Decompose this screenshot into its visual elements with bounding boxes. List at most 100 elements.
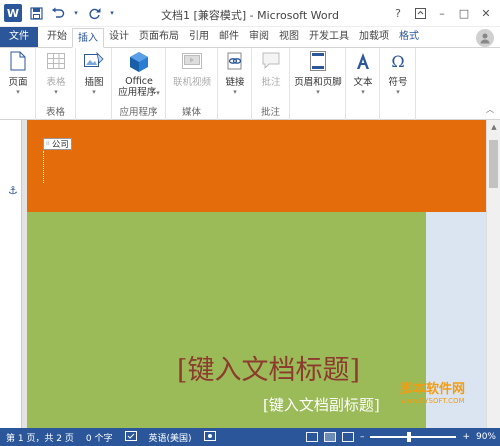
ribbon-group-pages: 页面 ▾ xyxy=(0,48,36,120)
group-label-tables: 表格 xyxy=(45,107,65,118)
tab-file[interactable]: 文件 xyxy=(0,27,38,47)
header-footer-button[interactable]: 页眉和页脚 ▾ xyxy=(293,50,343,96)
ribbon-group-illustrations: 插图 ▾ xyxy=(76,48,112,120)
table-button[interactable]: 表格 ▾ xyxy=(42,50,70,96)
zoom-out-button[interactable]: – xyxy=(360,432,365,442)
omega-icon: Ω xyxy=(391,51,405,71)
chevron-down-icon: ▾ xyxy=(316,88,320,96)
site-watermark: 脚本软件网 www.DYSOFT.COM xyxy=(400,378,465,405)
close-button[interactable]: ✕ xyxy=(476,3,496,23)
video-icon xyxy=(181,50,203,72)
office-apps-button[interactable]: Office 应用程序▾ xyxy=(116,50,162,98)
watermark-url: www.DYSOFT.COM xyxy=(400,397,465,405)
comment-button[interactable]: 批注 xyxy=(256,50,286,88)
company-field[interactable]: 公司 xyxy=(52,138,69,150)
page-icon xyxy=(7,50,29,72)
chevron-down-icon: ▾ xyxy=(396,88,400,96)
content-control-boundary xyxy=(43,151,44,183)
tab-page-layout[interactable]: 页面布局 xyxy=(134,27,184,47)
chevron-down-icon: ▾ xyxy=(54,88,58,96)
print-layout-icon[interactable] xyxy=(323,432,336,442)
web-layout-icon[interactable] xyxy=(341,432,354,442)
document-subtitle-placeholder[interactable]: [键入文档副标题] xyxy=(263,394,380,415)
ribbon-tab-bar: 文件 开始 插入 设计 页面布局 引用 邮件 审阅 视图 开发工具 加载项 格式 xyxy=(0,27,500,48)
table-label: 表格 xyxy=(46,77,66,88)
ribbon-group-links: 链接 ▾ xyxy=(218,48,252,120)
office-label-line2: 应用程序 xyxy=(118,87,157,98)
status-bar: 第 1 页，共 2 页 0 个字 英语(美国) – + 90% xyxy=(0,428,500,446)
ribbon-group-media: 联机视频 媒体 xyxy=(166,48,218,120)
zoom-slider-knob[interactable] xyxy=(406,432,411,442)
company-content-control[interactable]: ⁞⁞ 公司 xyxy=(43,138,72,150)
tab-view[interactable]: 视图 xyxy=(274,27,304,47)
tab-format[interactable]: 格式 xyxy=(394,27,424,47)
anchor-icon[interactable]: ⚓ xyxy=(8,184,18,197)
chevron-down-icon: ▾ xyxy=(16,88,20,96)
tab-insert[interactable]: 插入 xyxy=(72,28,104,48)
ribbon-group-header-footer: 页眉和页脚 ▾ xyxy=(290,48,346,120)
symbols-label: 符号 xyxy=(388,77,408,88)
group-label-comments: 批注 xyxy=(260,107,280,118)
tab-developer[interactable]: 开发工具 xyxy=(304,27,354,47)
links-button[interactable]: 链接 ▾ xyxy=(221,50,249,96)
proofing-icon[interactable] xyxy=(119,430,143,444)
link-icon xyxy=(224,50,246,72)
ribbon-display-options-icon[interactable] xyxy=(410,3,430,23)
pages-label: 页面 xyxy=(8,77,28,88)
collapse-ribbon-icon[interactable]: ︿ xyxy=(486,104,494,115)
read-mode-icon[interactable] xyxy=(305,432,318,442)
online-video-button[interactable]: 联机视频 xyxy=(170,50,214,88)
comment-label: 批注 xyxy=(261,77,281,88)
tab-references[interactable]: 引用 xyxy=(184,27,214,47)
help-button[interactable]: ? xyxy=(388,3,408,23)
vertical-scrollbar[interactable]: ▲ xyxy=(486,120,500,428)
page-count[interactable]: 第 1 页，共 2 页 xyxy=(0,431,80,444)
language-indicator[interactable]: 英语(美国) xyxy=(143,431,198,444)
grip-icon[interactable]: ⁞⁞ xyxy=(46,141,50,147)
tab-add-ins[interactable]: 加载项 xyxy=(354,27,394,47)
scrollbar-thumb[interactable] xyxy=(489,140,498,188)
restore-button[interactable]: □ xyxy=(454,3,474,23)
ribbon-group-comments: 批注 批注 xyxy=(252,48,290,120)
tab-mailings[interactable]: 邮件 xyxy=(214,27,244,47)
tab-review[interactable]: 审阅 xyxy=(244,27,274,47)
ribbon-group-tables: 表格 ▾ 表格 xyxy=(36,48,76,120)
pages-button[interactable]: 页面 ▾ xyxy=(4,50,32,96)
minimize-button[interactable]: – xyxy=(432,3,452,23)
cover-orange-band xyxy=(27,120,486,212)
watermark-text: 脚本软件网 xyxy=(400,382,466,397)
user-avatar-icon[interactable] xyxy=(476,29,494,47)
header-footer-icon xyxy=(307,50,329,72)
ribbon-group-apps: Office 应用程序▾ 应用程序 xyxy=(112,48,166,120)
zoom-level[interactable]: 90% xyxy=(476,432,496,442)
tab-design[interactable]: 设计 xyxy=(104,27,134,47)
zoom-slider[interactable] xyxy=(370,432,457,442)
comment-icon xyxy=(260,50,282,72)
symbols-button[interactable]: Ω 符号 ▾ xyxy=(384,50,412,97)
group-label-apps: 应用程序 xyxy=(119,107,158,118)
ribbon-group-text: 文本 ▾ xyxy=(346,48,380,120)
office-label-line1: Office xyxy=(125,76,153,87)
chevron-down-icon: ▾ xyxy=(233,88,237,96)
ribbon-group-symbols: Ω 符号 ▾ xyxy=(380,48,416,120)
word-count[interactable]: 0 个字 xyxy=(80,431,119,444)
view-zoom-controls: – + 90% xyxy=(305,428,496,446)
text-button[interactable]: 文本 ▾ xyxy=(349,50,377,96)
chevron-down-icon: ▾ xyxy=(156,89,160,97)
header-footer-label: 页眉和页脚 xyxy=(294,77,342,88)
text-label: 文本 xyxy=(353,77,373,88)
scroll-up-icon[interactable]: ▲ xyxy=(487,120,500,134)
ribbon-insert: 页面 ▾ 表格 ▾ 表格 插图 ▾ Office 应用程序▾ 应用程序 联机视频… xyxy=(0,48,500,120)
macro-record-icon[interactable] xyxy=(198,430,222,444)
vertical-ruler: ⚓ xyxy=(0,120,22,428)
online-video-label: 联机视频 xyxy=(172,77,211,88)
table-icon xyxy=(45,50,67,72)
tab-home[interactable]: 开始 xyxy=(42,27,72,47)
document-area: ⚓ ⁞⁞ 公司 [键入文档标题] [键入文档副标题] 脚本软件网 www.DYS… xyxy=(0,120,500,428)
illustrations-button[interactable]: 插图 ▾ xyxy=(80,50,108,96)
text-box-icon xyxy=(352,50,374,72)
picture-icon xyxy=(83,50,105,72)
zoom-in-button[interactable]: + xyxy=(462,432,470,442)
window-controls: ? – □ ✕ xyxy=(388,3,496,23)
document-title-placeholder[interactable]: [键入文档标题] xyxy=(177,348,360,387)
